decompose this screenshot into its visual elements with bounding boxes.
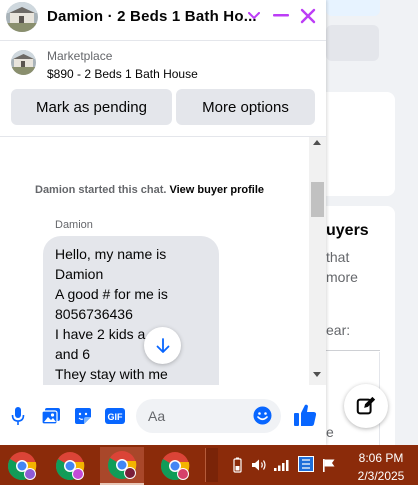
divider: [326, 350, 380, 351]
message-line: Hello, my name is: [55, 246, 167, 262]
chrome-icon: [160, 452, 190, 481]
scroll-down-arrow[interactable]: [313, 372, 321, 377]
close-icon: [300, 8, 316, 24]
chevron-down-icon: [248, 12, 260, 20]
new-message-button[interactable]: [344, 384, 388, 428]
chat-header[interactable]: Damion · 2 Beds 1 Bath Ho...: [0, 0, 326, 33]
language-tray[interactable]: [297, 456, 315, 472]
chat-title[interactable]: Damion · 2 Beds 1 Bath Ho...: [47, 8, 257, 25]
background-card: [326, 0, 380, 16]
gif-label: GIF: [108, 412, 124, 422]
notifications-tray[interactable]: [321, 457, 337, 473]
clock-date[interactable]: 2/3/2025: [352, 469, 410, 483]
emoji-button[interactable]: [253, 406, 272, 425]
chrome-icon: [7, 452, 37, 481]
minimize-icon: [273, 14, 289, 17]
flag-icon: [323, 458, 335, 472]
background-heading: uyers: [326, 222, 369, 239]
taskbar-chrome-window-active[interactable]: [100, 447, 144, 485]
chat-options-button[interactable]: [243, 5, 265, 27]
message-bubble[interactable]: Hello, my name is Damion A good # for me…: [43, 236, 219, 385]
message-line: Damion: [55, 266, 104, 282]
taskbar-chrome-window[interactable]: [48, 447, 92, 485]
taskbar-separator[interactable]: [205, 448, 218, 482]
background-text: that: [326, 249, 350, 265]
system-message-text: Damion started this chat.: [35, 184, 167, 196]
battery-tray[interactable]: [231, 457, 243, 473]
scrollbar-thumb[interactable]: [311, 182, 324, 217]
message-line: A good # for me is: [55, 286, 168, 302]
compose-icon: [356, 396, 376, 415]
thumbs-up-icon: [294, 404, 317, 426]
message-line: and 6: [55, 346, 91, 362]
network-tray[interactable]: [273, 457, 291, 473]
signal-icon: [274, 460, 289, 471]
emoji-icon: [253, 406, 272, 425]
chat-window: Damion · 2 Beds 1 Bath Ho... Marketplace…: [0, 0, 326, 445]
battery-icon: [232, 457, 242, 473]
chrome-icon: [55, 452, 85, 481]
microphone-icon: [11, 407, 25, 425]
message-line: 8056736436: [55, 306, 133, 322]
background-text: more: [326, 269, 358, 285]
divider: [0, 40, 326, 41]
sticker-button[interactable]: [72, 405, 94, 427]
message-line: They stay with me: [55, 366, 168, 382]
avatar[interactable]: [6, 2, 38, 32]
scrollbar[interactable]: [309, 137, 326, 385]
photo-icon: [41, 408, 60, 425]
gif-icon: GIF: [105, 408, 125, 424]
background-text: ear:: [326, 322, 351, 338]
background-panel: [326, 92, 395, 196]
background-button[interactable]: [326, 25, 379, 61]
speaker-icon: [251, 459, 266, 471]
mark-as-pending-button[interactable]: Mark as pending: [11, 89, 172, 125]
message-composer: GIF: [0, 385, 326, 445]
message-line: I have 2 kids a 4: [55, 326, 157, 342]
gif-button[interactable]: GIF: [104, 405, 126, 427]
minimize-button[interactable]: [270, 5, 292, 27]
close-button[interactable]: [297, 5, 319, 27]
keyboard-icon: [298, 456, 314, 472]
listing-thumbnail[interactable]: [11, 50, 36, 75]
scroll-to-bottom-button[interactable]: [144, 327, 181, 364]
like-button[interactable]: [292, 402, 318, 428]
chrome-icon: [107, 451, 137, 480]
system-message: Damion started this chat. View buyer pro…: [35, 184, 264, 196]
volume-tray[interactable]: [250, 457, 268, 473]
taskbar-chrome-window[interactable]: [0, 447, 44, 485]
sticker-icon: [75, 408, 91, 424]
background-text: e: [326, 424, 334, 440]
marketplace-label: Marketplace: [47, 49, 113, 63]
more-options-button[interactable]: More options: [176, 89, 315, 125]
clock-time[interactable]: 8:06 PM: [352, 451, 410, 465]
voice-clip-button[interactable]: [7, 405, 29, 427]
view-buyer-profile-link[interactable]: View buyer profile: [169, 184, 264, 196]
divider: [0, 136, 326, 137]
taskbar-chrome-window[interactable]: [153, 447, 197, 485]
scroll-up-arrow[interactable]: [313, 140, 321, 145]
sender-name: Damion: [55, 219, 93, 231]
listing-title[interactable]: $890 - 2 Beds 1 Bath House: [47, 67, 198, 81]
attach-photo-button[interactable]: [40, 405, 62, 427]
arrow-down-icon: [156, 337, 169, 353]
